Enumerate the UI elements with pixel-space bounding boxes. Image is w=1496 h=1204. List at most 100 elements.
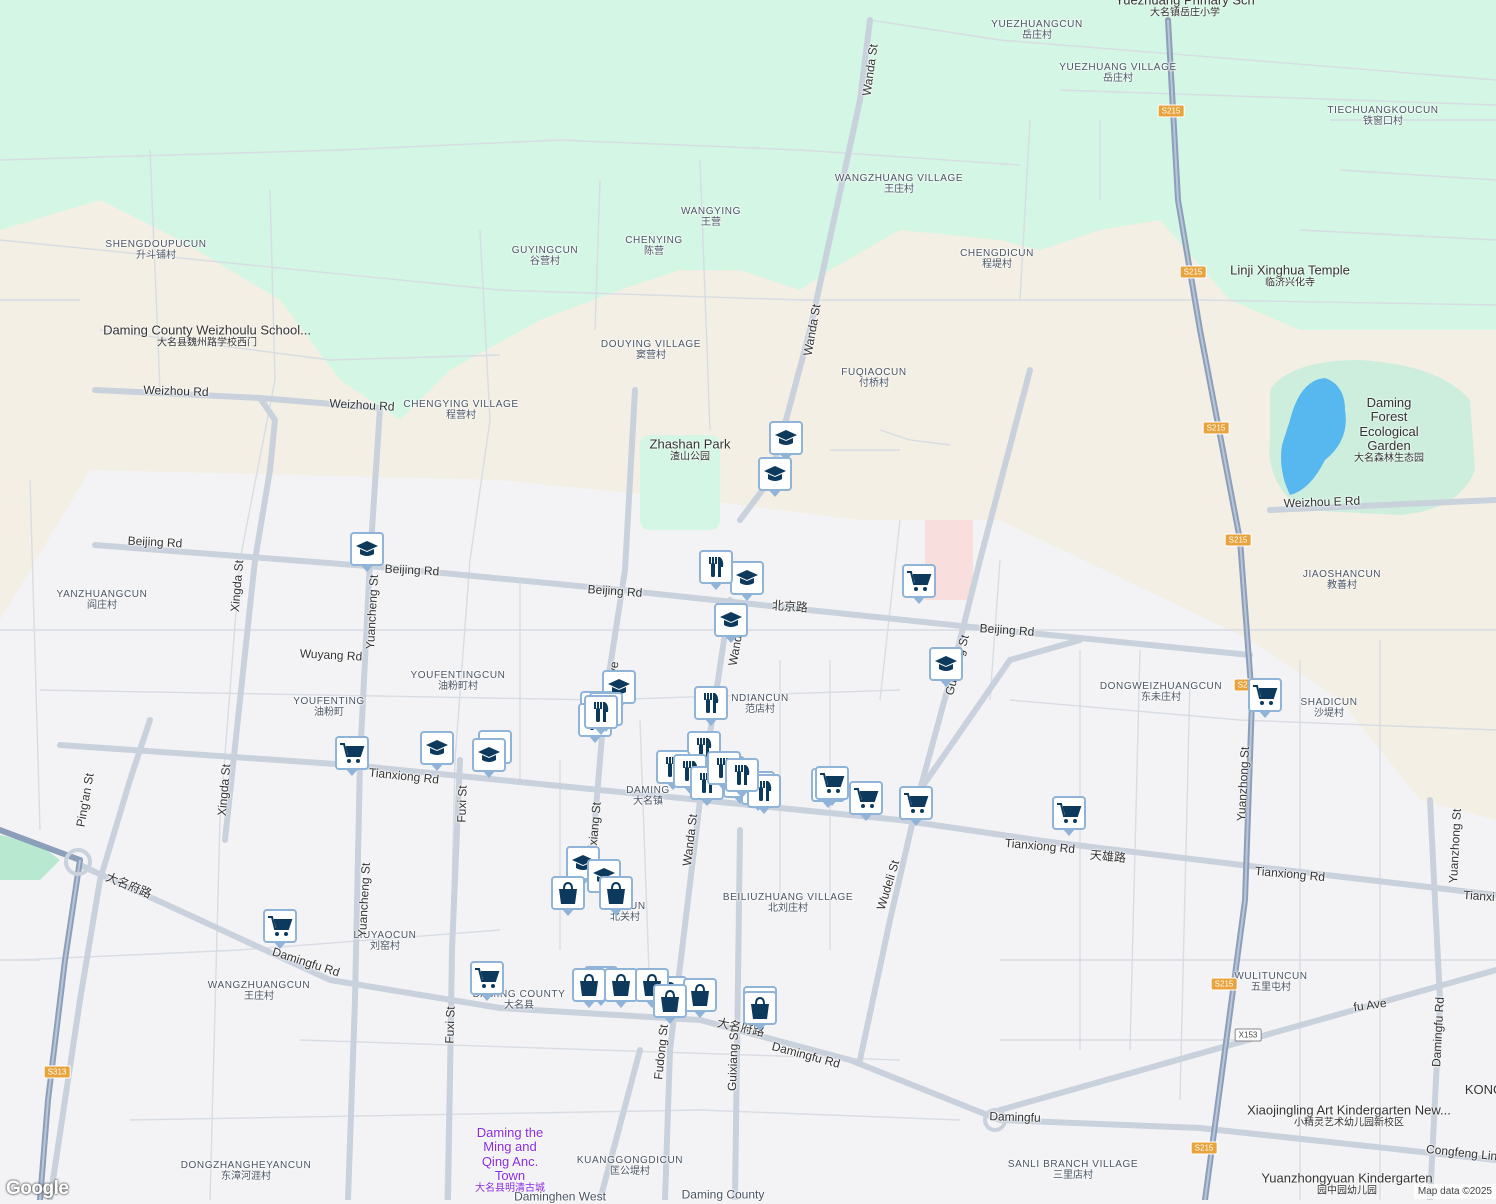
place-label[interactable]: KUANGGONGDICUN 匡公堤村 <box>577 1155 683 1177</box>
place-name-en: YOUFENTINGCUN <box>410 670 506 681</box>
place-label[interactable]: DONGWEIZHUANGCUN 东未庄村 <box>1100 681 1222 703</box>
place-name-cn: 五里屯村 <box>1251 982 1291 993</box>
grocery-pin[interactable] <box>815 766 849 800</box>
poi-label[interactable]: Xiaojingling Art Kindergarten New... 小精灵艺… <box>1247 1103 1451 1129</box>
place-label[interactable]: DOUYING VILLAGE 窦营村 <box>601 339 701 361</box>
place-name-en: YUEZHUANGCUN <box>991 19 1083 30</box>
place-label[interactable]: YANZHUANGCUN 阎庄村 <box>57 589 148 611</box>
place-label[interactable]: BEILIUZHUANG VILLAGE 北刘庄村 <box>723 892 853 914</box>
grocery-pin[interactable] <box>263 909 297 943</box>
place-label[interactable]: WULITUNCUN 五里屯村 <box>1234 971 1307 993</box>
route-shield: S215 <box>1157 104 1185 118</box>
school-pin[interactable] <box>420 731 454 765</box>
place-label[interactable]: YUEZHUANG VILLAGE 岳庄村 <box>1059 62 1176 84</box>
road-label: Tianxi <box>1462 887 1496 905</box>
place-name-cn: 阎庄村 <box>87 600 117 611</box>
place-name-en: SHENGDOUPUCUN <box>105 239 207 250</box>
poi-label[interactable]: Daming County Weizhoulu School... 大名县魏州路学… <box>103 323 311 349</box>
school-pin[interactable] <box>350 532 384 566</box>
place-name-cn: 付桥村 <box>859 378 889 389</box>
place-label[interactable]: WANGZHUANGCUN 王庄村 <box>208 980 310 1002</box>
shopping-pin[interactable] <box>604 968 638 1002</box>
school-pin[interactable] <box>929 647 963 681</box>
road-label: 北京路 <box>771 598 809 615</box>
poi-label[interactable]: KONG <box>1465 1082 1496 1097</box>
poi-label[interactable]: Yuanzhongyuan Kindergarten 园中园幼儿园 <box>1261 1170 1433 1197</box>
place-name-cn: 王营 <box>701 217 721 228</box>
restaurant-icon <box>704 693 719 713</box>
place-name-cn: 陈营 <box>644 246 664 257</box>
grocery-icon <box>340 743 365 763</box>
road-label: Beijing Rd <box>127 533 183 551</box>
place-label[interactable]: FUQIAOCUN 付桥村 <box>841 367 906 389</box>
place-name-cn: 北刘庄村 <box>768 903 808 914</box>
poi-label[interactable]: Daming Forest Ecological Garden 大名森林生态园 <box>1349 394 1429 464</box>
shopping-pin[interactable] <box>572 968 606 1002</box>
grocery-pin[interactable] <box>470 961 504 995</box>
shopping-pin[interactable] <box>743 991 777 1025</box>
grocery-pin[interactable] <box>902 564 936 598</box>
restaurant-pin[interactable] <box>694 686 728 720</box>
grocery-pin[interactable] <box>1052 796 1086 830</box>
place-label[interactable]: YOUFENTING 油粉町 <box>293 696 365 718</box>
shopping-icon <box>607 881 625 904</box>
place-label[interactable]: YOUFENTINGCUN 油粉町村 <box>410 670 505 692</box>
poi-name-cn: 大名县魏州路学校西门 <box>157 337 257 349</box>
place-name-en: JIAOSHANCUN <box>1302 569 1382 580</box>
place-label[interactable]: GUYINGCUN 谷营村 <box>512 245 579 267</box>
place-name-en: YUEZHUANG VILLAGE <box>1059 62 1177 73</box>
place-name-cn: 大名镇 <box>632 796 663 807</box>
place-label[interactable]: CHENGDICUN 程堤村 <box>960 248 1034 270</box>
poi-label[interactable]: Linji Xinghua Temple 临济兴化寺 <box>1230 263 1350 289</box>
route-shield: S313 <box>43 1065 71 1079</box>
place-name-cn: 刘窑村 <box>369 941 400 952</box>
route-shield: S215 <box>1179 265 1207 279</box>
place-label[interactable]: YUEZHUANGCUN 岳庄村 <box>991 19 1083 41</box>
school-pin[interactable] <box>714 603 748 637</box>
shopping-icon <box>751 996 769 1019</box>
poi-name: Daming Forest Ecological Garden <box>1359 394 1419 453</box>
school-pin[interactable] <box>758 457 792 491</box>
shopping-pin[interactable] <box>599 876 633 910</box>
poi-label[interactable]: Yuezhuang Primary Sch大名镇岳庄小学 <box>1115 0 1254 19</box>
grocery-icon <box>268 916 293 936</box>
poi-label[interactable]: Daming the Ming and Qing Anc. Town 大名县明清古… <box>470 1125 550 1194</box>
restaurant-pin[interactable] <box>699 550 733 584</box>
place-name-cn: 铁窗口村 <box>1362 116 1403 127</box>
place-name-en: WANGZHUANGCUN <box>207 980 311 991</box>
restaurant-pin[interactable] <box>584 695 618 729</box>
school-pin[interactable] <box>769 421 803 455</box>
shopping-pin[interactable] <box>551 876 585 910</box>
place-label[interactable]: JIAOSHANCUN 教善村 <box>1303 569 1381 591</box>
place-label[interactable]: DONGZHANGHEYANCUN 东漳河涯村 <box>181 1160 312 1182</box>
school-pin[interactable] <box>730 561 764 595</box>
place-label[interactable]: DAMING 大名镇 <box>626 785 670 807</box>
place-name-cn: 程堤村 <box>982 259 1012 270</box>
grocery-pin[interactable] <box>849 781 883 815</box>
shopping-pin[interactable] <box>653 984 687 1018</box>
place-label[interactable]: SHENGDOUPUCUN 升斗铺村 <box>105 239 206 261</box>
restaurant-pin[interactable] <box>725 758 759 792</box>
poi-name: Zhashan Park <box>649 436 731 452</box>
place-label[interactable]: CHENYING 陈营 <box>625 235 683 257</box>
place-label[interactable]: TIECHUANGKOUCUN 铁窗口村 <box>1327 105 1438 127</box>
place-label[interactable]: CHENGYING VILLAGE 程营村 <box>403 399 518 421</box>
restaurant-icon <box>709 557 724 577</box>
school-pin[interactable] <box>472 738 506 772</box>
grocery-pin[interactable] <box>1248 678 1282 712</box>
place-label[interactable]: SANLI BRANCH VILLAGE 三里店村 <box>1008 1159 1138 1181</box>
poi-name: Yuanzhongyuan Kindergarten <box>1261 1170 1433 1186</box>
grocery-pin[interactable] <box>335 736 369 770</box>
map-attribution[interactable]: Map data ©2025 <box>1413 1184 1496 1199</box>
place-name-cn: 油粉町 <box>314 707 344 718</box>
place-label[interactable]: WANGZHUANG VILLAGE 王庄村 <box>835 173 963 195</box>
place-label[interactable]: NDIANCUN 范店村 <box>731 693 789 715</box>
school-icon <box>775 430 797 445</box>
place-label[interactable]: SHADICUN 沙堤村 <box>1300 697 1357 719</box>
road-label: Weizhou Rd <box>143 382 209 400</box>
place-name-cn: 窦营村 <box>635 350 666 361</box>
poi-label[interactable]: Zhashan Park 渣山公园 <box>645 436 735 463</box>
place-label[interactable]: WANGYING 王营 <box>681 206 741 228</box>
shopping-pin[interactable] <box>683 978 717 1012</box>
grocery-pin[interactable] <box>899 786 933 820</box>
